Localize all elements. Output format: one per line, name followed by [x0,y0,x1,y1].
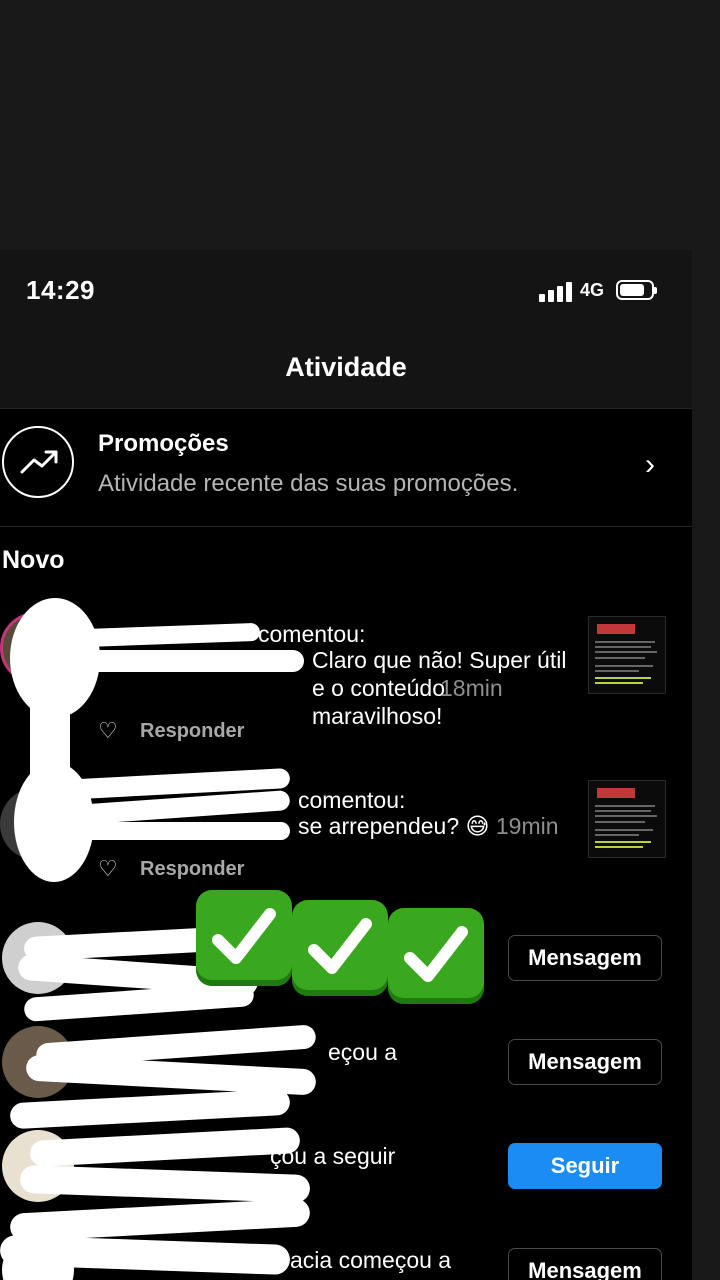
top-dark-area [0,0,720,260]
battery-icon [616,280,657,300]
section-title: Novo [2,546,65,574]
post-thumbnail[interactable] [588,616,666,694]
post-thumbnail[interactable] [588,780,666,858]
notification-header: comentou: [258,621,366,647]
status-time: 14:29 [26,275,95,305]
heart-icon[interactable]: ♡ [98,718,118,744]
redaction-scribble [79,622,261,648]
message-button[interactable]: Mensagem [508,935,662,981]
follow-button[interactable]: Seguir [508,1143,662,1189]
notification-text: eçou a [328,1039,398,1065]
message-button[interactable]: Mensagem [508,1039,662,1085]
status-bar: 14:29 4G [0,250,692,330]
check-mark-icon [196,890,292,986]
network-type: 4G [580,280,605,300]
promotions-row[interactable]: Promoções Atividade recente das suas pro… [0,408,692,527]
chevron-right-icon: › [645,448,655,481]
reply-button[interactable]: Responder [140,858,244,881]
notification-header: comentou: [298,787,406,813]
trend-up-icon [2,426,74,498]
heart-icon[interactable]: ♡ [98,856,118,882]
page-header: Atividade [0,330,692,409]
redaction-scribble [29,1126,301,1168]
redaction-scribble [9,1198,311,1242]
redaction-scribble [84,650,304,672]
reply-button[interactable]: Responder [140,720,244,743]
redaction-scribble [19,1164,311,1204]
redaction-scribble [70,822,290,840]
notification-time: 18min [440,675,503,701]
promotions-title: Promoções [98,430,229,457]
check-mark-icon [388,908,484,1004]
page-title: Atividade [285,352,407,382]
phone-screen: 14:29 4G Atividade Promoções Atividade r… [0,250,692,1280]
notification-text: acia começou a [290,1247,452,1273]
promotions-subtitle: Atividade recente das suas promoções. [98,470,519,497]
notification-body: se arrependeu? 😅 19min [298,813,559,839]
signal-icon [539,280,573,302]
notification-body-continued: 18min [98,674,503,702]
message-button[interactable]: Mensagem [508,1248,662,1280]
check-mark-icon [292,900,388,996]
